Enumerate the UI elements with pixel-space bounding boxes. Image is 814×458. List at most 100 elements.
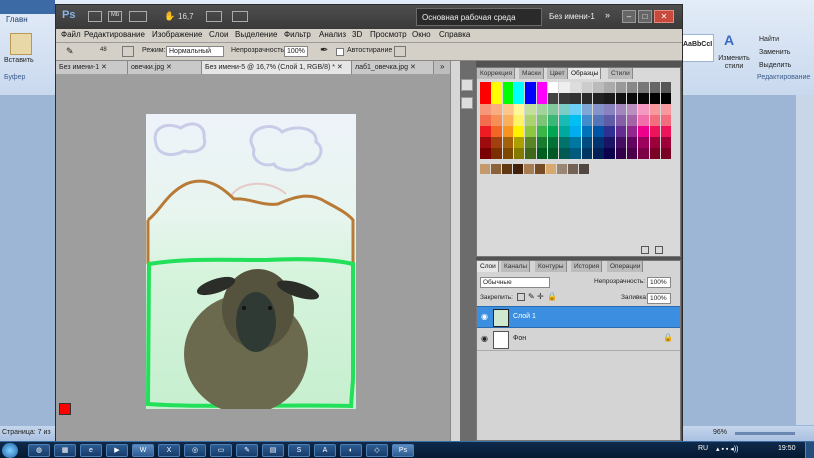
autoerase-label[interactable]: Автостирание	[347, 47, 392, 54]
swatch[interactable]	[604, 82, 615, 93]
actions-panel-icon[interactable]	[461, 97, 473, 109]
airbrush-icon[interactable]: ✒	[320, 45, 328, 56]
canvas-vertical-scrollbar[interactable]	[450, 61, 460, 441]
swatch[interactable]	[615, 104, 627, 115]
delete-swatch-icon[interactable]	[655, 246, 663, 254]
swatch[interactable]	[615, 126, 627, 137]
menu-edit[interactable]: Редактирование	[84, 30, 145, 39]
swatch[interactable]	[559, 126, 570, 137]
swatch[interactable]	[638, 93, 649, 104]
swatch[interactable]	[536, 93, 547, 104]
swatch[interactable]	[626, 82, 638, 93]
menu-image[interactable]: Изображение	[152, 30, 202, 39]
swatch[interactable]	[660, 126, 672, 137]
swatch[interactable]	[559, 82, 570, 93]
swatch[interactable]	[502, 93, 514, 104]
blend-mode-select[interactable]: Обычные	[480, 277, 550, 288]
tab-adjustments[interactable]: Коррекция	[477, 68, 515, 79]
swatch[interactable]	[536, 126, 547, 137]
swatch[interactable]	[649, 126, 660, 137]
swatch[interactable]	[536, 148, 547, 159]
swatch[interactable]	[513, 93, 525, 104]
word-icon[interactable]: W	[132, 444, 154, 457]
visibility-eye-icon[interactable]: ◉	[481, 312, 488, 321]
swatch[interactable]	[502, 164, 512, 174]
swatch[interactable]	[513, 115, 525, 126]
swatch[interactable]	[660, 93, 672, 104]
tab-actions[interactable]: Операции	[607, 261, 644, 272]
swatch-row-extra[interactable]	[480, 164, 600, 176]
find-button[interactable]: Найти	[759, 36, 779, 43]
swatch[interactable]	[660, 104, 672, 115]
swatch[interactable]	[615, 148, 627, 159]
swatch[interactable]	[604, 137, 615, 148]
swatch[interactable]	[593, 148, 604, 159]
arrange-documents-icon[interactable]	[206, 11, 222, 22]
visibility-eye-icon[interactable]: ◉	[481, 334, 488, 343]
swatch[interactable]	[604, 104, 615, 115]
swatch[interactable]	[638, 82, 649, 93]
minimize-icon[interactable]: –	[622, 10, 636, 23]
swatch[interactable]	[604, 93, 615, 104]
network-icon[interactable]: ◇	[366, 444, 388, 457]
close-icon[interactable]: ✕	[654, 10, 674, 23]
swatch[interactable]	[626, 93, 638, 104]
swatch[interactable]	[480, 164, 490, 174]
swatch[interactable]	[525, 126, 536, 137]
swatch[interactable]	[581, 104, 593, 115]
swatch[interactable]	[480, 148, 491, 159]
swatch[interactable]	[491, 93, 502, 104]
swatch[interactable]	[559, 115, 570, 126]
swatch[interactable]	[491, 137, 502, 148]
swatch[interactable]	[626, 126, 638, 137]
show-desktop-button[interactable]	[805, 442, 814, 458]
screen-mode-icon[interactable]	[232, 11, 248, 22]
swatch[interactable]	[502, 82, 514, 93]
paint-icon[interactable]: ✎	[236, 444, 258, 457]
swatch[interactable]	[559, 104, 570, 115]
swatch[interactable]	[536, 137, 547, 148]
swatch[interactable]	[649, 104, 660, 115]
more-workspaces-icon[interactable]: »	[605, 10, 610, 20]
swatch[interactable]	[513, 137, 525, 148]
foreground-color-swatch[interactable]	[59, 403, 71, 415]
swatch[interactable]	[513, 164, 523, 174]
layer-opacity-input[interactable]: 100%	[647, 277, 671, 288]
zoom-level[interactable]: 96%	[713, 429, 727, 436]
swatch[interactable]	[626, 104, 638, 115]
swatch[interactable]	[535, 164, 545, 174]
view-extras-icon[interactable]	[129, 11, 147, 22]
swatch[interactable]	[570, 115, 581, 126]
swatch[interactable]	[547, 137, 559, 148]
swatch[interactable]	[660, 115, 672, 126]
swatch[interactable]	[502, 137, 514, 148]
doc-tab[interactable]: лаб1_овечка.jpg ✕	[352, 61, 434, 74]
swatch[interactable]	[570, 126, 581, 137]
paste-icon[interactable]	[10, 33, 32, 55]
history-panel-icon[interactable]	[461, 79, 473, 91]
tab-styles[interactable]: Стили	[608, 68, 633, 79]
swatch[interactable]	[660, 137, 672, 148]
swatch[interactable]	[570, 148, 581, 159]
swatch[interactable]	[547, 126, 559, 137]
swatch[interactable]	[525, 82, 536, 93]
swatch[interactable]	[660, 148, 672, 159]
swatch[interactable]	[559, 148, 570, 159]
pdf-icon[interactable]: A	[314, 444, 336, 457]
layer-name[interactable]: Слой 1	[513, 313, 536, 320]
swatch[interactable]	[480, 82, 491, 93]
swatch[interactable]	[491, 115, 502, 126]
tab-color[interactable]: Цвет	[547, 68, 568, 79]
new-swatch-icon[interactable]	[641, 246, 649, 254]
swatch[interactable]	[649, 115, 660, 126]
swatch[interactable]	[502, 126, 514, 137]
swatch[interactable]	[581, 148, 593, 159]
swatch[interactable]	[579, 164, 589, 174]
word-tab-home[interactable]: Главн	[6, 15, 28, 24]
tab-masks[interactable]: Маски	[519, 68, 544, 79]
swatch[interactable]	[480, 137, 491, 148]
start-button-icon[interactable]	[2, 443, 18, 458]
menu-layers[interactable]: Слои	[209, 30, 228, 39]
swatch[interactable]	[626, 148, 638, 159]
swatch[interactable]	[604, 115, 615, 126]
